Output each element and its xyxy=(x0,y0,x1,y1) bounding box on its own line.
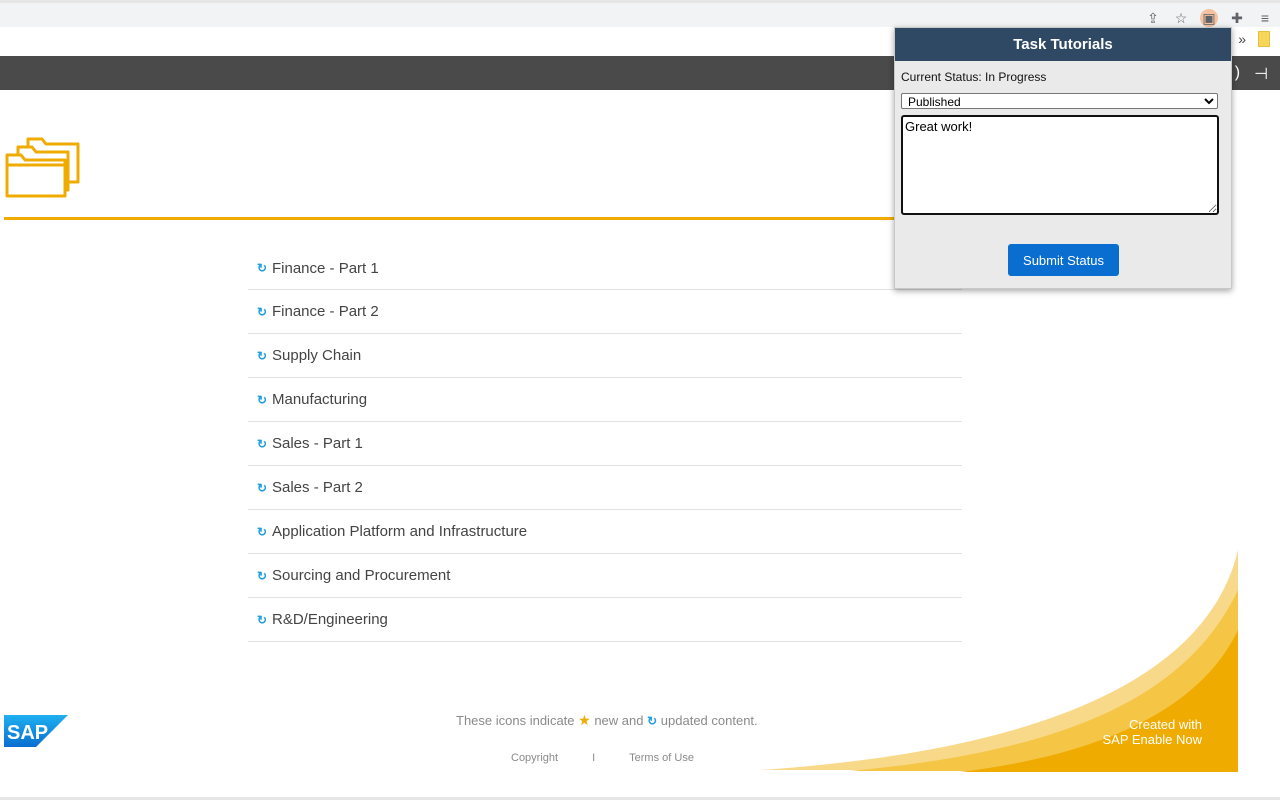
updated-icon: ↻ xyxy=(647,714,658,728)
list-item-label[interactable]: Finance - Part 2 xyxy=(272,303,379,320)
created-line-2: SAP Enable Now xyxy=(1102,732,1203,747)
header-divider xyxy=(4,217,900,220)
updated-icon: ↻ xyxy=(257,568,268,583)
updated-icon: ↻ xyxy=(257,392,268,407)
bookmark-folder-icon[interactable] xyxy=(1258,31,1270,47)
list-item[interactable]: ↻ Sales - Part 1 xyxy=(248,422,962,466)
list-item-label[interactable]: Sales - Part 1 xyxy=(272,435,363,452)
bookmarks-overflow-button[interactable]: » xyxy=(1238,31,1246,47)
footer-separator: I xyxy=(592,752,596,764)
status-select[interactable]: Published xyxy=(901,93,1218,109)
list-item[interactable]: ↻ Manufacturing xyxy=(248,378,962,422)
updated-icon: ↻ xyxy=(257,304,268,319)
list-item-label[interactable]: Sourcing and Procurement xyxy=(272,567,450,584)
list-item[interactable]: ↻ Finance - Part 1 xyxy=(248,247,962,290)
updated-icon: ↻ xyxy=(257,348,268,363)
created-with-label: Created with SAP Enable Now xyxy=(1103,717,1203,747)
updated-icon: ↻ xyxy=(257,480,268,495)
legend-suffix: updated content. xyxy=(660,713,758,728)
list-item[interactable]: ↻ Finance - Part 2 xyxy=(248,290,962,334)
puzzle-icon[interactable]: ✚ xyxy=(1228,9,1246,27)
list-item-label[interactable]: Application Platform and Infrastructure xyxy=(272,523,527,540)
folder-icon xyxy=(4,135,80,204)
task-tutorials-popup: Task Tutorials Current Status: In Progre… xyxy=(894,27,1232,289)
legend-prefix: These icons indicate xyxy=(456,713,575,728)
footer-links: Copyright I Terms of Use xyxy=(511,752,694,764)
new-star-icon: ★ xyxy=(578,712,591,728)
list-item[interactable]: ↻ Supply Chain xyxy=(248,334,962,378)
terms-of-use-link[interactable]: Terms of Use xyxy=(629,752,694,764)
browser-toolbar: ⇪ ☆ ▣ ✚ ≡ xyxy=(0,0,1280,27)
submit-status-button[interactable]: Submit Status xyxy=(1008,244,1119,276)
reading-list-icon[interactable]: ≡ xyxy=(1256,9,1274,27)
copyright-link[interactable]: Copyright xyxy=(511,752,558,764)
list-item[interactable]: ↻ Sales - Part 2 xyxy=(248,466,962,510)
list-item-label[interactable]: R&D/Engineering xyxy=(272,611,388,628)
audio-icon[interactable]: ) xyxy=(1235,64,1240,84)
updated-icon: ↻ xyxy=(257,436,268,451)
created-line-1: Created with xyxy=(1129,717,1202,732)
updated-icon: ↻ xyxy=(257,261,268,275)
sap-logo: SAP xyxy=(4,715,68,752)
list-item-label[interactable]: Sales - Part 2 xyxy=(272,479,363,496)
comment-textarea[interactable]: Great work! xyxy=(901,115,1219,215)
current-status-label: Current Status: In Progress xyxy=(901,70,1047,84)
star-icon[interactable]: ☆ xyxy=(1172,9,1190,27)
icon-legend: These icons indicate ★ new and ↻ updated… xyxy=(456,712,758,729)
svg-text:SAP: SAP xyxy=(7,722,48,744)
legend-middle: new and xyxy=(594,713,644,728)
list-item-label[interactable]: Manufacturing xyxy=(272,391,367,408)
share-icon[interactable]: ⇪ xyxy=(1144,9,1162,27)
popup-title: Task Tutorials xyxy=(895,28,1231,61)
list-item-label[interactable]: Supply Chain xyxy=(272,347,361,364)
updated-icon: ↻ xyxy=(257,524,268,539)
updated-icon: ↻ xyxy=(257,612,268,627)
settings-slider-icon[interactable]: ⊣ xyxy=(1254,64,1268,84)
list-item-label[interactable]: Finance - Part 1 xyxy=(272,260,379,277)
list-item[interactable]: ↻ Application Platform and Infrastructure xyxy=(248,510,962,554)
extension-active-icon[interactable]: ▣ xyxy=(1200,9,1218,27)
